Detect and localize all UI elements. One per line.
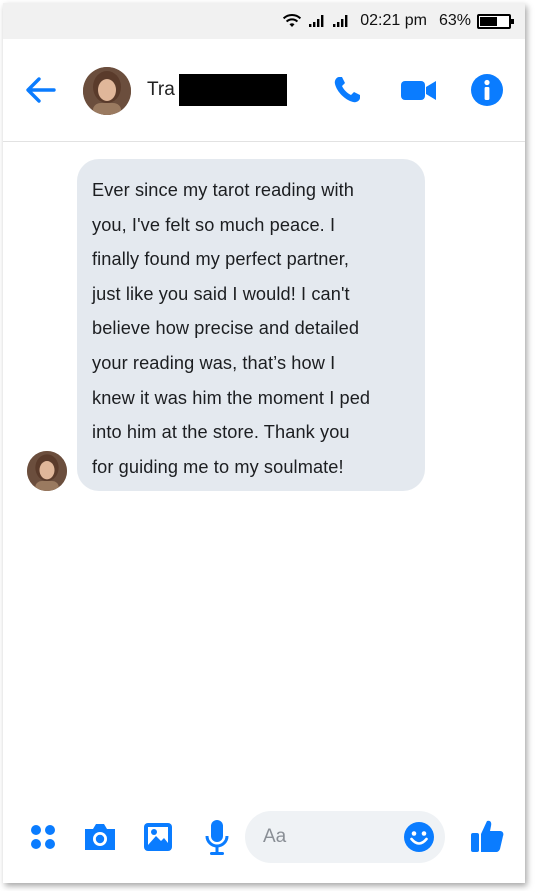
status-bar: 02:21 pm 63% xyxy=(3,3,525,39)
camera-icon[interactable] xyxy=(82,821,118,853)
message-line: just like you said I would! I can't xyxy=(92,283,350,304)
battery-icon xyxy=(477,13,514,29)
message-line: knew it was him the moment I ped xyxy=(92,387,371,408)
wifi-icon xyxy=(283,14,302,27)
message-line: you, I've felt so much peace. I xyxy=(92,214,336,235)
status-icons: 02:21 pm 63% xyxy=(282,12,514,30)
sender-avatar[interactable] xyxy=(27,451,67,491)
avatar-photo xyxy=(27,451,67,491)
message-line: believe how precise and detailed xyxy=(92,318,360,339)
contact-avatar[interactable] xyxy=(83,67,131,115)
info-icon[interactable] xyxy=(470,73,504,107)
signal-2-icon xyxy=(333,15,348,27)
message-thread: Ever since my tarot reading with you, I'… xyxy=(3,141,525,811)
avatar-photo xyxy=(83,67,131,115)
message-bubble[interactable]: Ever since my tarot reading with you, I'… xyxy=(77,159,425,491)
contact-name: Tra xyxy=(147,79,175,100)
signal-1-icon xyxy=(309,15,324,27)
message-line: into him at the store. Thank you xyxy=(92,422,350,443)
message-input[interactable]: Aa xyxy=(245,811,445,863)
phone-icon[interactable] xyxy=(331,73,363,107)
battery-fill xyxy=(480,16,497,26)
message-line: for guiding me to my soulmate! xyxy=(92,456,344,477)
phone-screen: 02:21 pm 63% Tra Ever since my tarot rea… xyxy=(3,3,525,883)
gallery-icon[interactable] xyxy=(142,821,174,853)
message-line: Ever since my tarot reading with xyxy=(92,180,354,200)
name-redaction-box xyxy=(179,74,287,106)
emoji-icon[interactable] xyxy=(403,821,435,853)
back-arrow-icon[interactable] xyxy=(25,75,57,105)
message-input-placeholder: Aa xyxy=(263,826,287,847)
apps-icon[interactable] xyxy=(29,823,57,851)
thumbs-up-icon[interactable] xyxy=(469,818,505,854)
video-camera-icon[interactable] xyxy=(400,73,438,107)
microphone-icon[interactable] xyxy=(204,819,230,857)
message-composer: Aa xyxy=(3,803,525,873)
conversation-header: Tra xyxy=(3,39,525,142)
battery-percent: 63% xyxy=(438,12,471,29)
message-line: your reading was, that’s how I xyxy=(92,352,336,373)
clock: 02:21 pm xyxy=(360,12,427,29)
message-line: finally found my perfect partner, xyxy=(92,249,350,270)
